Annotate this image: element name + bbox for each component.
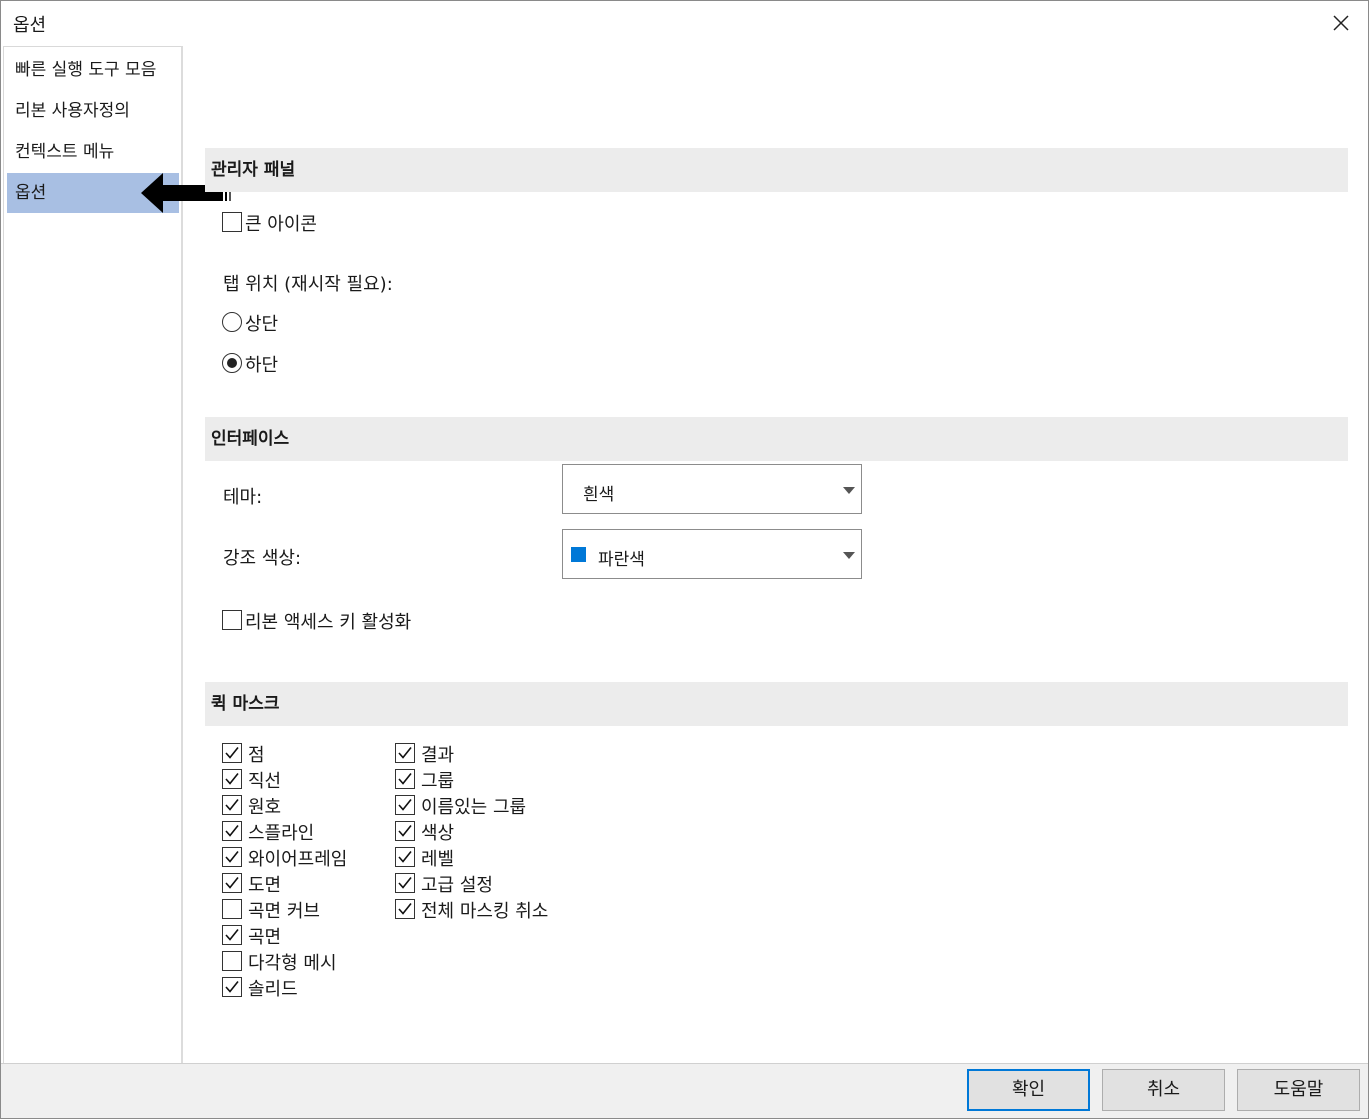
checkmark-icon — [225, 773, 239, 785]
quick-mask-checkbox[interactable] — [222, 743, 242, 763]
window-title: 옵션 — [13, 15, 47, 36]
large-icons-label: 큰 아이콘 — [245, 214, 317, 235]
quick-mask-label: 색상 — [421, 823, 455, 844]
quick-mask-checkbox[interactable] — [395, 847, 415, 867]
quick-mask-label: 스플라인 — [248, 823, 315, 844]
sidebar-item-ribbon-customize[interactable]: 리본 사용자정의 — [7, 91, 179, 131]
quick-mask-label: 고급 설정 — [421, 875, 493, 896]
color-swatch — [571, 547, 586, 562]
checkmark-icon — [225, 851, 239, 863]
section-header-admin-panel: 관리자 패널 — [205, 148, 1348, 192]
section-header-quick-mask: 퀵 마스크 — [205, 682, 1348, 726]
dialog-footer: 확인 취소 도움말 — [1, 1063, 1368, 1118]
quick-mask-label: 곡면 — [248, 927, 282, 948]
quick-mask-label: 그룹 — [421, 771, 455, 792]
quick-mask-checkbox[interactable] — [222, 977, 242, 997]
quick-mask-label: 솔리드 — [248, 979, 298, 1000]
tab-bottom-radio[interactable] — [222, 353, 242, 373]
checkmark-icon — [398, 825, 412, 837]
quick-mask-checkbox[interactable] — [222, 951, 242, 971]
quick-mask-checkbox[interactable] — [222, 925, 242, 945]
checkmark-icon — [225, 929, 239, 941]
quick-mask-label: 레벨 — [421, 849, 455, 870]
ok-button[interactable]: 확인 — [967, 1069, 1090, 1111]
theme-label: 테마: — [223, 487, 263, 508]
checkmark-icon — [225, 825, 239, 837]
sidebar-item-quick-access-toolbar[interactable]: 빠른 실행 도구 모음 — [7, 50, 179, 90]
checkmark-icon — [398, 877, 412, 889]
large-icons-checkbox[interactable] — [222, 212, 242, 232]
theme-value: 흰색 — [583, 485, 615, 505]
quick-mask-label: 결과 — [421, 745, 455, 766]
quick-mask-checkbox[interactable] — [222, 769, 242, 789]
checkmark-icon — [398, 747, 412, 759]
checkmark-icon — [398, 799, 412, 811]
tab-top-radio[interactable] — [222, 312, 242, 332]
accent-color-value: 파란색 — [598, 550, 645, 570]
ribbon-access-keys-checkbox[interactable] — [222, 610, 242, 630]
quick-mask-label: 점 — [248, 745, 265, 766]
quick-mask-label: 원호 — [248, 797, 282, 818]
close-icon[interactable] — [1328, 10, 1354, 36]
quick-mask-label: 와이어프레임 — [248, 849, 348, 870]
checkmark-icon — [225, 981, 239, 993]
quick-mask-checkbox[interactable] — [395, 795, 415, 815]
checkmark-icon — [225, 747, 239, 759]
sidebar-item-context-menu[interactable]: 컨텍스트 메뉴 — [7, 132, 179, 172]
accent-color-label: 강조 색상: — [223, 548, 302, 569]
quick-mask-label: 전체 마스킹 취소 — [421, 901, 549, 922]
quick-mask-checkbox[interactable] — [222, 795, 242, 815]
help-button[interactable]: 도움말 — [1237, 1069, 1360, 1111]
quick-mask-checkbox[interactable] — [222, 821, 242, 841]
tab-bottom-label: 하단 — [245, 355, 279, 376]
theme-select[interactable]: 흰색 — [562, 464, 862, 514]
quick-mask-checkbox[interactable] — [395, 821, 415, 841]
options-dialog: 옵션 빠른 실행 도구 모음 리본 사용자정의 컨텍스트 메뉴 옵션 관리자 패… — [0, 0, 1369, 1119]
quick-mask-label: 직선 — [248, 771, 282, 792]
tab-position-label: 탭 위치 (재시작 필요): — [223, 274, 393, 295]
chevron-down-icon — [843, 552, 855, 559]
quick-mask-checkbox[interactable] — [395, 873, 415, 893]
tab-top-label: 상단 — [245, 314, 279, 335]
quick-mask-checkbox[interactable] — [395, 899, 415, 919]
quick-mask-label: 곡면 커브 — [248, 901, 320, 922]
accent-color-select[interactable]: 파란색 — [562, 529, 862, 579]
title-bar: 옵션 — [1, 1, 1368, 45]
quick-mask-checkbox[interactable] — [222, 873, 242, 893]
checkmark-icon — [398, 903, 412, 915]
quick-mask-label: 다각형 메시 — [248, 953, 337, 974]
checkmark-icon — [398, 851, 412, 863]
quick-mask-checkbox[interactable] — [395, 769, 415, 789]
quick-mask-label: 도면 — [248, 875, 282, 896]
quick-mask-checkbox[interactable] — [395, 743, 415, 763]
quick-mask-checkbox[interactable] — [222, 847, 242, 867]
checkmark-icon — [225, 877, 239, 889]
ribbon-access-keys-label: 리본 액세스 키 활성화 — [245, 612, 412, 633]
chevron-down-icon — [843, 487, 855, 494]
section-header-interface: 인터페이스 — [205, 417, 1348, 461]
checkmark-icon — [398, 773, 412, 785]
checkmark-icon — [225, 799, 239, 811]
quick-mask-label: 이름있는 그룹 — [421, 797, 527, 818]
quick-mask-checkbox[interactable] — [222, 899, 242, 919]
cancel-button[interactable]: 취소 — [1102, 1069, 1225, 1111]
